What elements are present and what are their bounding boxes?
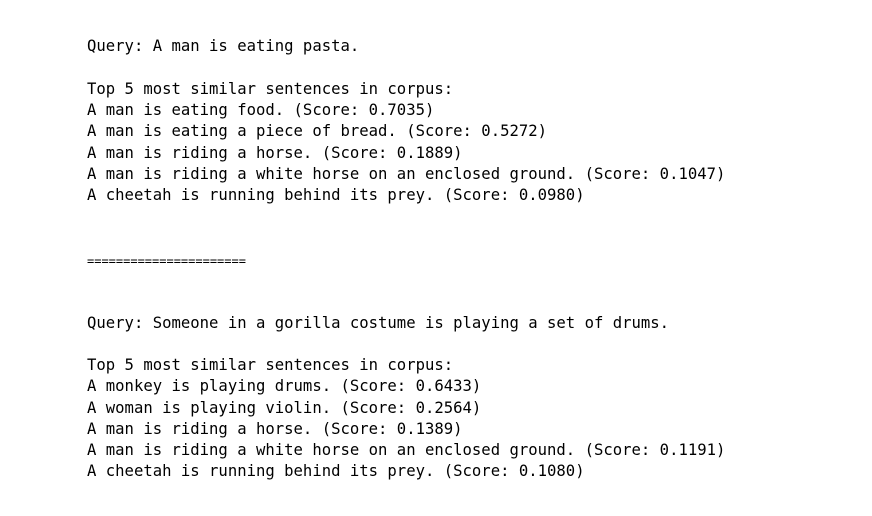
results-header-2: Top 5 most similar sentences in corpus: xyxy=(87,356,454,374)
result-line: A man is eating food. (Score: 0.7035) xyxy=(87,101,435,119)
separator-line: ====================== xyxy=(87,254,246,268)
result-line: A cheetah is running behind its prey. (S… xyxy=(87,462,585,480)
result-line: A man is eating a piece of bread. (Score… xyxy=(87,122,548,140)
result-line: A woman is playing violin. (Score: 0.256… xyxy=(87,399,482,417)
result-line: A man is riding a white horse on an encl… xyxy=(87,441,726,459)
results-header-1: Top 5 most similar sentences in corpus: xyxy=(87,80,454,98)
query-line-2: Query: Someone in a gorilla costume is p… xyxy=(87,314,670,332)
console-output: Query: A man is eating pasta. Top 5 most… xyxy=(0,0,872,516)
result-line: A man is riding a horse. (Score: 0.1889) xyxy=(87,144,463,162)
result-line: A man is riding a white horse on an encl… xyxy=(87,165,726,183)
query-line-1: Query: A man is eating pasta. xyxy=(87,37,360,55)
result-line: A cheetah is running behind its prey. (S… xyxy=(87,186,585,204)
result-line: A monkey is playing drums. (Score: 0.643… xyxy=(87,377,482,395)
result-line: A man is riding a horse. (Score: 0.1389) xyxy=(87,420,463,438)
